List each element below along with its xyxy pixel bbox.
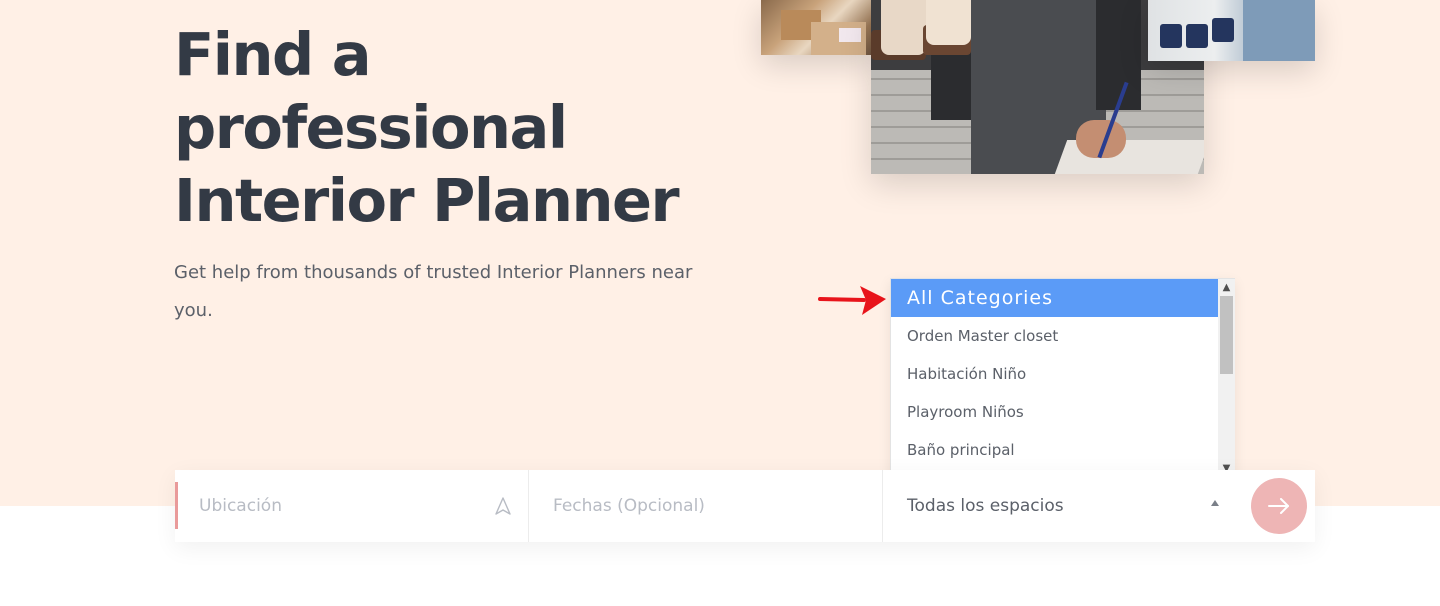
location-input[interactable] xyxy=(199,470,489,542)
scrollbar-thumb[interactable] xyxy=(1220,296,1233,374)
search-submit-button[interactable] xyxy=(1251,478,1307,534)
dropdown-option-bano-principal[interactable]: Baño principal xyxy=(891,431,1218,469)
photo-coffee-mugs xyxy=(1148,0,1315,61)
scroll-up-icon[interactable]: ▲ xyxy=(1218,279,1235,296)
category-dropdown-list[interactable]: All Categories Orden Master closet Habit… xyxy=(890,278,1235,478)
space-select-value: Todas los espacios xyxy=(907,496,1064,516)
photo-moving-boxes xyxy=(761,0,873,55)
navigation-icon[interactable] xyxy=(493,496,513,516)
dates-input[interactable] xyxy=(553,470,843,542)
caret-up-icon xyxy=(1211,500,1219,506)
arrow-right-icon xyxy=(1268,498,1289,514)
hero-subtitle: Get help from thousands of trusted Inter… xyxy=(174,262,693,321)
annotation-arrow-icon xyxy=(818,286,886,315)
dates-field xyxy=(528,470,882,542)
search-bar: Todas los espacios xyxy=(175,470,1315,542)
dropdown-scrollbar[interactable]: ▲ ▼ xyxy=(1218,279,1235,477)
dropdown-option-orden-master-closet[interactable]: Orden Master closet xyxy=(891,317,1218,355)
location-field xyxy=(175,470,528,542)
dropdown-option-playroom-ninos[interactable]: Playroom Niños xyxy=(891,393,1218,431)
space-select[interactable]: Todas los espacios xyxy=(882,470,1242,542)
hero-title: Find a professional Interior Planner xyxy=(174,20,680,235)
dropdown-option-all-categories[interactable]: All Categories xyxy=(891,279,1218,317)
dropdown-option-habitacion-nino[interactable]: Habitación Niño xyxy=(891,355,1218,393)
